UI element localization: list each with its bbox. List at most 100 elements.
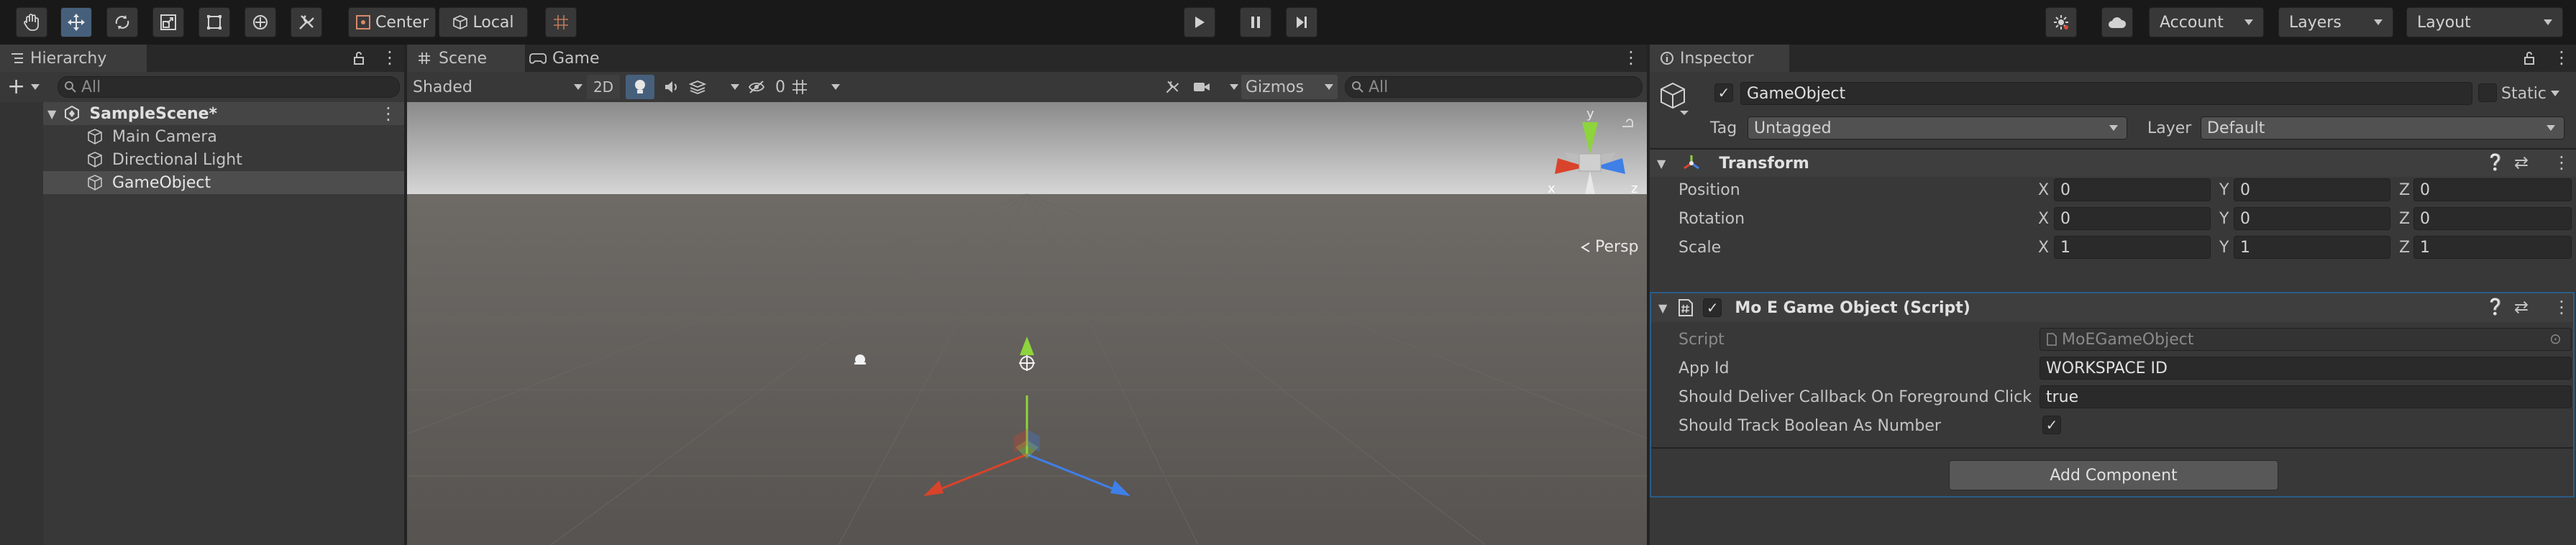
- scale-z-field[interactable]: 1: [2413, 236, 2572, 259]
- grid-dropdown[interactable]: [791, 75, 840, 99]
- create-button[interactable]: +: [7, 76, 40, 98]
- play-button[interactable]: [1184, 7, 1215, 37]
- preset-sliders-icon[interactable]: ⇄: [2514, 297, 2529, 317]
- static-dropdown[interactable]: Static: [2501, 82, 2559, 105]
- callback-input[interactable]: true: [2040, 385, 2572, 408]
- grid-visibility-icon: [793, 80, 807, 94]
- pivot-space-toggle[interactable]: Local: [439, 7, 528, 37]
- rotation-y-field[interactable]: 0: [2234, 207, 2390, 230]
- scale-y-field[interactable]: 1: [2234, 236, 2390, 259]
- camera-dropdown[interactable]: [1192, 75, 1238, 99]
- collab-button[interactable]: [2045, 7, 2077, 37]
- chevron-down-icon: [2544, 19, 2552, 25]
- add-component-button[interactable]: Add Component: [1949, 460, 2278, 490]
- position-y-field[interactable]: 0: [2234, 178, 2390, 201]
- chevron-down-icon: [2547, 125, 2555, 131]
- move-tool-button[interactable]: [60, 7, 92, 37]
- tab-inspector[interactable]: Inspector: [1650, 45, 1789, 72]
- track-boolean-checkbox[interactable]: ✓: [2042, 416, 2061, 434]
- game-tab-label: Game: [552, 49, 600, 68]
- scale-x-field[interactable]: 1: [2054, 236, 2211, 259]
- layer-dropdown[interactable]: Default: [2201, 116, 2564, 139]
- rotation-x-field[interactable]: 0: [2054, 207, 2211, 230]
- help-icon[interactable]: ❔: [2485, 298, 2505, 316]
- transform-tool-button[interactable]: [245, 7, 276, 37]
- gameobject-cube-icon[interactable]: [1658, 81, 1691, 116]
- lighting-toggle[interactable]: [626, 75, 654, 99]
- object-name-input[interactable]: GameObject: [1740, 82, 2472, 105]
- chevron-down-icon: [831, 84, 840, 90]
- scene-row[interactable]: ▼ SampleScene* ⋮: [0, 102, 404, 125]
- pivot-center-toggle[interactable]: Center: [348, 7, 436, 37]
- script-enabled-checkbox[interactable]: ✓: [1703, 298, 1722, 317]
- checkmark-icon: ✓: [2045, 416, 2058, 434]
- pause-button[interactable]: [1240, 7, 1271, 37]
- hierarchy-item-label: Directional Light: [112, 150, 242, 169]
- effects-dropdown[interactable]: [689, 75, 739, 99]
- tools-overlay-button[interactable]: [1158, 75, 1187, 99]
- rect-tool-button[interactable]: [198, 7, 230, 37]
- app-id-label: App Id: [1678, 359, 1730, 377]
- help-icon[interactable]: ❔: [2485, 154, 2505, 172]
- script-object-field[interactable]: MoEGameObject ⊙: [2040, 328, 2572, 351]
- rotation-z-field[interactable]: 0: [2413, 207, 2572, 230]
- app-id-input[interactable]: WORKSPACE ID: [2040, 357, 2572, 380]
- callback-value: true: [2046, 388, 2079, 406]
- kebab-menu-icon[interactable]: ⋮: [2553, 297, 2570, 317]
- tab-game[interactable]: Game: [519, 45, 623, 72]
- hierarchy-search-input[interactable]: All: [58, 76, 400, 98]
- info-icon: [1661, 52, 1673, 65]
- hierarchy-item-selected[interactable]: GameObject: [0, 171, 404, 194]
- scene-viewport[interactable]: y x z Persp: [407, 102, 1647, 545]
- active-checkbox[interactable]: ✓: [1714, 83, 1733, 102]
- pivot-icon: [355, 15, 370, 29]
- kebab-menu-icon[interactable]: ⋮: [381, 47, 398, 68]
- object-picker-icon[interactable]: ⊙: [2549, 330, 2562, 347]
- script-component-header[interactable]: ▼ ✓ Mo E Game Object (Script) ❔ ⇄ ⋮: [1651, 293, 2573, 322]
- static-checkbox[interactable]: [2478, 83, 2497, 102]
- hierarchy-item[interactable]: Main Camera: [0, 125, 404, 148]
- play-icon: [1195, 17, 1205, 28]
- grid-snap-button[interactable]: [545, 7, 577, 37]
- transform-header[interactable]: ▼ Transform ❔ ⇄ ⋮: [1650, 150, 2576, 177]
- script-component-title: Mo E Game Object (Script): [1735, 298, 1970, 317]
- step-button[interactable]: [1286, 7, 1317, 37]
- position-z-field[interactable]: 0: [2413, 178, 2572, 201]
- hierarchy-tabbar: Hierarchy ⋮: [0, 45, 404, 72]
- hand-tool-button[interactable]: [16, 7, 47, 37]
- shading-mode-dropdown[interactable]: Shaded: [413, 76, 583, 98]
- hierarchy-panel: Hierarchy ⋮ + All ▼ SampleScene* ⋮ Main …: [0, 45, 404, 545]
- scene-search-input[interactable]: All: [1345, 76, 1643, 98]
- rect-transform-icon: [207, 15, 221, 29]
- search-placeholder: All: [81, 78, 101, 96]
- tag-dropdown[interactable]: Untagged: [1748, 116, 2127, 139]
- layout-label: Layout: [2417, 13, 2471, 32]
- tools-icon: [299, 15, 314, 29]
- kebab-menu-icon[interactable]: ⋮: [2553, 152, 2570, 173]
- scale-tool-button[interactable]: [152, 7, 184, 37]
- kebab-menu-icon[interactable]: ⋮: [1622, 47, 1640, 68]
- lock-icon[interactable]: [2523, 51, 2536, 65]
- preset-sliders-icon[interactable]: ⇄: [2514, 152, 2529, 173]
- custom-tools-button[interactable]: [291, 7, 322, 37]
- 2d-toggle[interactable]: 2D: [587, 75, 620, 99]
- position-x-field[interactable]: 0: [2054, 178, 2211, 201]
- chevron-down-icon: [731, 84, 739, 90]
- rotate-tool-button[interactable]: [106, 7, 138, 37]
- gizmos-dropdown[interactable]: Gizmos: [1241, 75, 1338, 99]
- scene-visibility-toggle[interactable]: 0: [748, 75, 785, 99]
- kebab-menu-icon[interactable]: ⋮: [2553, 47, 2570, 68]
- hierarchy-item[interactable]: Directional Light: [0, 148, 404, 171]
- layer-value: Default: [2207, 119, 2265, 137]
- lock-icon[interactable]: [352, 51, 365, 65]
- layout-dropdown[interactable]: Layout: [2406, 7, 2563, 37]
- tab-hierarchy[interactable]: Hierarchy: [0, 45, 147, 72]
- kebab-menu-icon[interactable]: ⋮: [380, 104, 397, 124]
- rotate-icon: [115, 15, 129, 29]
- layers-dropdown[interactable]: Layers: [2278, 7, 2393, 37]
- cloud-button[interactable]: [2101, 7, 2133, 37]
- tab-scene[interactable]: Scene: [407, 45, 525, 72]
- account-dropdown[interactable]: Account: [2149, 7, 2264, 37]
- audio-toggle[interactable]: [657, 75, 686, 99]
- expand-triangle-icon: ▼: [1657, 156, 1666, 170]
